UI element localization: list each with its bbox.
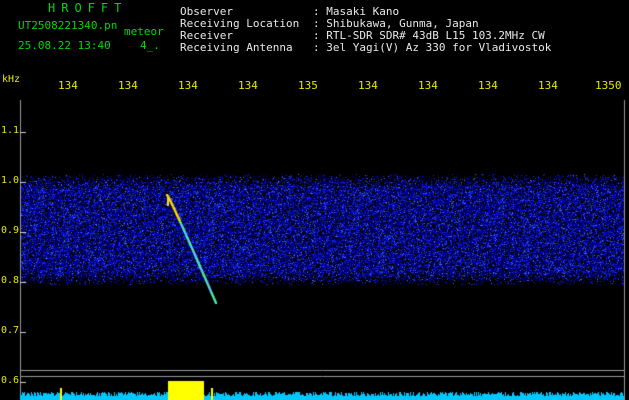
x-tick-4: 134: [238, 79, 258, 92]
y-tick-0-7: 0.7: [1, 325, 20, 336]
x-tick-2: 134: [118, 79, 138, 92]
y-tick-1-0: 1.0: [1, 175, 20, 186]
x-tick-3: 134: [178, 79, 198, 92]
y-tick-0-6: 0.6: [1, 375, 20, 386]
x-tick-6: 134: [358, 79, 378, 92]
x-tick-1: 134: [58, 79, 78, 92]
x-tick-7: 134: [418, 79, 438, 92]
spectrogram-canvas: [0, 0, 629, 400]
y-axis-unit: kHz: [2, 74, 21, 85]
y-tick-1-1: 1.1: [1, 125, 20, 136]
y-tick-0-9: 0.9: [1, 225, 20, 236]
event-count: 4_.: [140, 39, 160, 52]
y-tick-0-8: 0.8: [1, 275, 20, 286]
x-tick-10: 1350: [595, 79, 622, 92]
date-time: 25.08.22 13:40: [18, 39, 111, 52]
x-tick-9: 134: [538, 79, 558, 92]
antenna-value: : 3el Yagi(V) Az 330 for Vladivostok: [313, 41, 552, 54]
x-tick-8: 134: [478, 79, 498, 92]
x-tick-5: 135: [298, 79, 318, 92]
file-name: UT2508221340.pn: [18, 19, 118, 32]
event-type: meteor: [124, 25, 164, 38]
antenna-label: Receiving Antenna: [180, 41, 293, 54]
brand-logo: HROFFT: [48, 1, 128, 15]
